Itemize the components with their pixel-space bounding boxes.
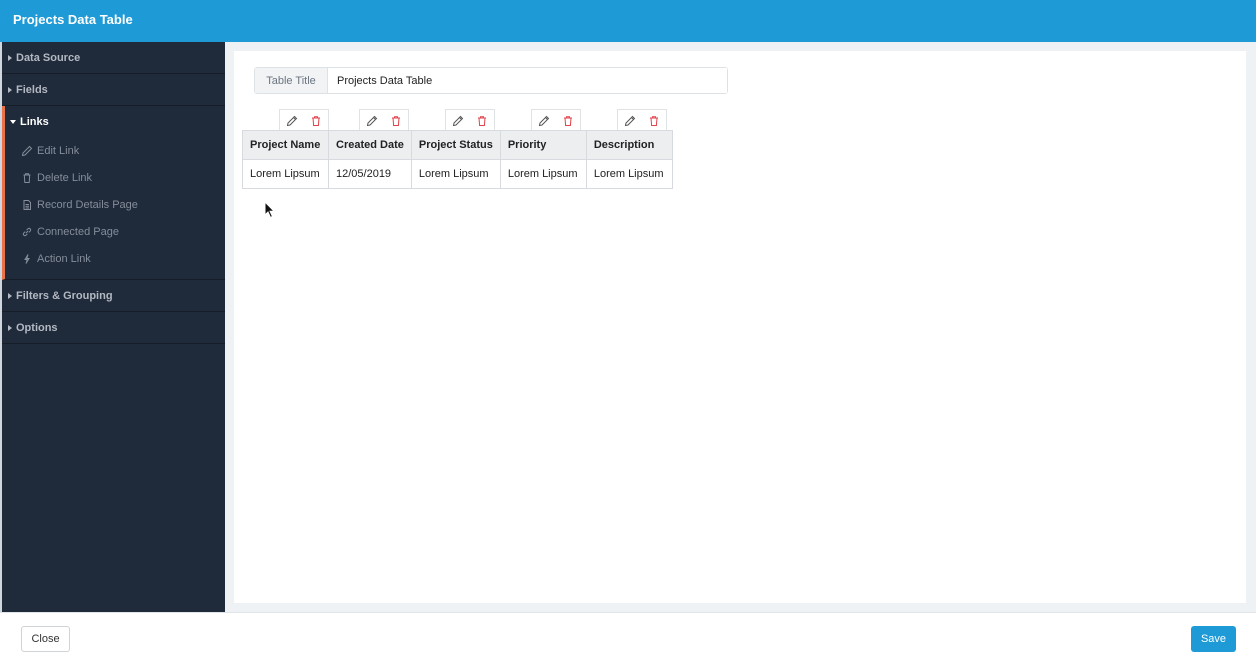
column-header[interactable]: Project Status [410, 130, 501, 160]
caret-right-icon [8, 292, 12, 299]
section-label: Filters & Grouping [16, 289, 113, 302]
sidebar-section-links[interactable]: Links Edit Link Delete Link Record Detai… [2, 106, 225, 280]
column-actions-created-date [359, 109, 409, 131]
link-icon [22, 227, 32, 236]
delete-column-button[interactable] [470, 110, 494, 131]
pencil-icon [538, 115, 550, 126]
section-label: Options [16, 321, 58, 334]
delete-column-button[interactable] [384, 110, 408, 131]
column-actions-project-status [445, 109, 495, 131]
save-button[interactable]: Save [1191, 626, 1236, 652]
caret-right-icon [8, 54, 12, 61]
table-cell: Lorem Lipsum [499, 159, 587, 189]
sidebar-section-filters-grouping[interactable]: Filters & Grouping [2, 280, 225, 312]
lightning-icon [24, 253, 30, 264]
delete-column-button[interactable] [642, 110, 666, 131]
section-label: Links [20, 115, 49, 128]
section-label: Fields [16, 83, 48, 96]
trash-icon [392, 115, 400, 126]
caret-down-icon [10, 119, 16, 124]
close-button[interactable]: Close [21, 626, 70, 652]
edit-column-button[interactable] [360, 110, 384, 131]
sidebar-item-label: Delete Link [37, 171, 93, 184]
column-header[interactable]: Project Name [242, 130, 329, 160]
trash-icon [312, 115, 320, 126]
trash-icon [650, 115, 658, 126]
sidebar-item-action-link[interactable]: Action Link [5, 245, 225, 272]
preview-table: Project Name Created Date Project Status… [242, 130, 673, 189]
sidebar: Data Source Fields Links Edit Link Delet… [0, 42, 225, 612]
table-header-row: Project Name Created Date Project Status… [242, 130, 673, 160]
caret-right-icon [8, 324, 12, 331]
delete-column-button[interactable] [304, 110, 328, 131]
table-cell: Lorem Lipsum [242, 159, 329, 189]
mouse-cursor-icon [264, 201, 276, 219]
pencil-icon [366, 115, 378, 126]
edit-column-button[interactable] [280, 110, 304, 131]
sidebar-section-options[interactable]: Options [2, 312, 225, 344]
sidebar-item-edit-link[interactable]: Edit Link [5, 137, 225, 164]
sidebar-item-delete-link[interactable]: Delete Link [5, 164, 225, 191]
column-actions-priority [531, 109, 581, 131]
column-header[interactable]: Priority [499, 130, 587, 160]
page-title: Projects Data Table [13, 12, 133, 27]
pencil-icon [286, 115, 298, 126]
edit-column-button[interactable] [446, 110, 470, 131]
edit-column-button[interactable] [532, 110, 556, 131]
column-header[interactable]: Created Date [328, 130, 412, 160]
trash-icon [478, 115, 486, 126]
pencil-icon [452, 115, 464, 126]
table-row: Lorem Lipsum 12/05/2019 Lorem Lipsum Lor… [242, 159, 673, 189]
sidebar-item-label: Connected Page [37, 225, 119, 238]
column-header[interactable]: Description [585, 130, 673, 160]
sidebar-item-label: Action Link [37, 252, 91, 265]
table-cell: 12/05/2019 [328, 159, 412, 189]
sidebar-section-fields[interactable]: Fields [2, 74, 225, 106]
edit-column-button[interactable] [618, 110, 642, 131]
column-actions-description [617, 109, 667, 131]
sidebar-item-record-details-page[interactable]: Record Details Page [5, 191, 225, 218]
table-cell: Lorem Lipsum [410, 159, 501, 189]
trash-icon [23, 172, 31, 183]
sidebar-section-data-source[interactable]: Data Source [2, 42, 225, 74]
app-header: Projects Data Table [0, 0, 1256, 42]
column-actions-project-name [279, 109, 329, 131]
sidebar-item-label: Edit Link [37, 144, 80, 157]
table-cell: Lorem Lipsum [585, 159, 673, 189]
pencil-icon [624, 115, 636, 126]
delete-column-button[interactable] [556, 110, 580, 131]
section-label: Data Source [16, 51, 81, 64]
links-submenu: Edit Link Delete Link Record Details Pag… [5, 137, 225, 279]
caret-right-icon [8, 86, 12, 93]
footer-bar: Close Save [0, 612, 1256, 664]
pencil-icon [21, 145, 33, 156]
sidebar-item-label: Record Details Page [37, 198, 138, 211]
table-title-field: Table Title [254, 67, 728, 94]
trash-icon [564, 115, 572, 126]
table-title-label: Table Title [255, 68, 328, 93]
table-builder-panel: Table Title Project Name [234, 51, 1246, 603]
document-icon [23, 199, 31, 210]
sidebar-item-connected-page[interactable]: Connected Page [5, 218, 225, 245]
main-content: Table Title Project Name [225, 42, 1256, 612]
table-title-input[interactable] [328, 68, 727, 93]
